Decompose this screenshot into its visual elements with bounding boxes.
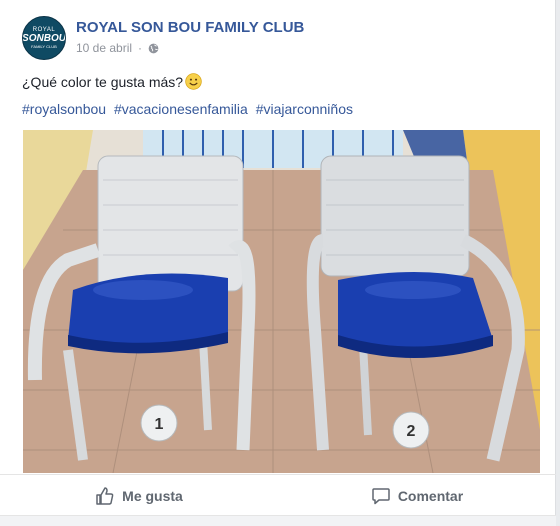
comment-icon [372,487,390,504]
post-photo[interactable]: 1 2 [23,130,540,473]
comment-button[interactable]: Comentar [278,475,556,516]
photo-label-2: 2 [392,411,430,449]
hashtag-link[interactable]: #royalsonbou [22,101,106,117]
hashtag-link[interactable]: #vacacionesenfamilia [114,101,248,117]
avatar-text-bottom: FAMILY CLUB [31,44,57,49]
post-header: ROYAL SONBOU FAMILY CLUB ROYAL SON BOU F… [22,16,304,60]
thumbs-up-icon [96,486,114,505]
post-meta: ROYAL SON BOU FAMILY CLUB 10 de abril · [76,16,304,60]
smile-emoji-icon [185,73,202,90]
comment-label: Comentar [397,487,464,504]
separator-dot: · [138,41,143,55]
globe-icon[interactable] [148,43,159,54]
photo-label-1: 1 [140,404,178,442]
post-message: ¿Qué color te gusta más? [22,73,202,92]
svg-text:2: 2 [407,423,416,440]
page-name-link[interactable]: ROYAL SON BOU FAMILY CLUB [76,19,304,36]
card-footer [0,515,556,526]
post-date[interactable]: 10 de abril [76,41,132,55]
hashtag-link[interactable]: #viajarconniños [256,101,353,117]
like-label: Me gusta [122,487,183,504]
like-button[interactable]: Me gusta [0,475,278,516]
svg-text:1: 1 [155,416,164,433]
avatar[interactable]: ROYAL SONBOU FAMILY CLUB [22,16,66,60]
post-date-row: 10 de abril · [76,41,304,55]
post-card: ROYAL SONBOU FAMILY CLUB ROYAL SON BOU F… [0,0,556,526]
avatar-text-middle: SONBOU [22,33,66,44]
post-actions: Me gusta Comentar [0,474,556,516]
hashtags: #royalsonbou #vacacionesenfamilia #viaja… [22,101,357,117]
post-message-text: ¿Qué color te gusta más? [22,74,184,90]
